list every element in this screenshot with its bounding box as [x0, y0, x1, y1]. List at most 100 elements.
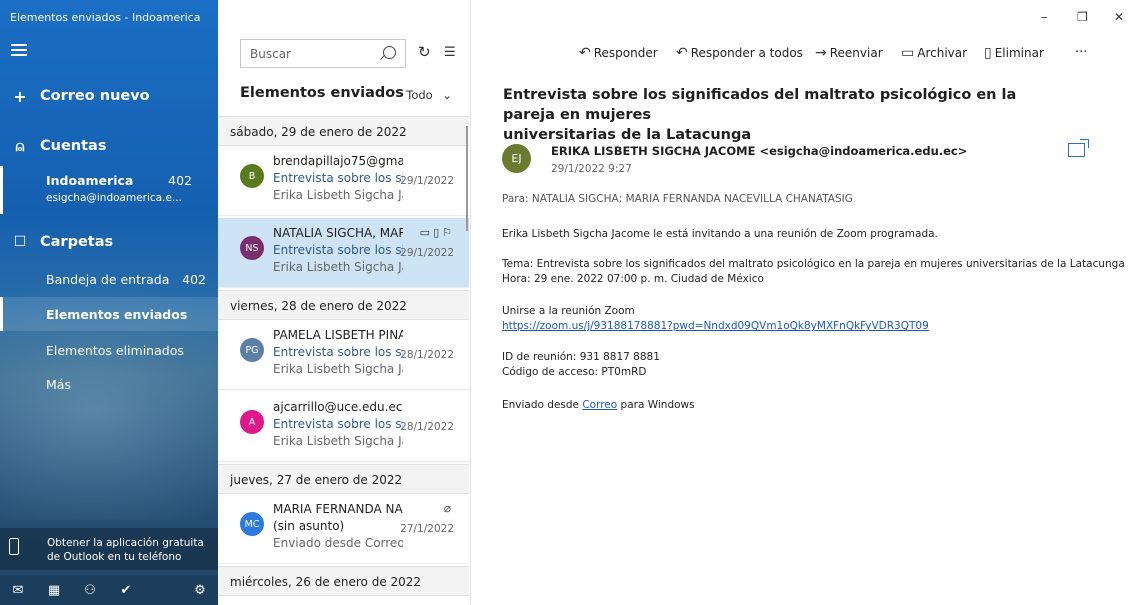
- archive-button[interactable]: ▭ Archivar: [901, 45, 967, 61]
- list-scrollbar[interactable]: [466, 126, 468, 231]
- reading-pane: – ❐ ✕ ↶ Responder ↶ Responder a todos → Ree…: [471, 0, 1133, 605]
- avatar: A: [240, 410, 264, 434]
- message-preview: Erika Lisbeth Sigcha Jacome: [273, 188, 403, 202]
- window-title: Elementos enviados - Indoamerica: [10, 11, 201, 24]
- promo-line-1: Obtener la aplicación gratuita: [47, 537, 204, 549]
- sent-date: 29/1/2022 9:27: [551, 163, 632, 175]
- date-group-header[interactable]: jueves, 27 de enero de 2022: [218, 464, 469, 494]
- message-time: 29/1/2022: [400, 247, 454, 259]
- folders-heading[interactable]: ☐ Carpetas: [0, 230, 218, 254]
- archive-icon: ▭: [901, 45, 915, 61]
- recipients: Para: NATALIA SIGCHA; MARIA FERNANDA NAC…: [502, 193, 853, 205]
- join-label: Unirse a la reunión Zoom: [502, 305, 635, 317]
- email-intro: Erika Lisbeth Sigcha Jacome le está invi…: [502, 228, 938, 240]
- sender-avatar[interactable]: EJ: [502, 144, 531, 173]
- message-preview: Erika Lisbeth Sigcha Jacome: [273, 260, 403, 274]
- message-from: ajcarrillo@uce.edu.ec, l: [273, 400, 403, 414]
- account-email: esigcha@indoamerica.e...: [46, 192, 182, 204]
- more-options-button[interactable]: ···: [1075, 45, 1087, 60]
- delete-button[interactable]: ▯ Eliminar: [984, 45, 1044, 61]
- message-subject: Entrevista sobre los sig: [273, 243, 403, 257]
- folder-inbox[interactable]: Bandeja de entrada 402: [0, 262, 218, 296]
- phone-icon: [9, 538, 19, 555]
- reply-label: Responder: [593, 46, 658, 60]
- forward-icon: →: [815, 45, 827, 61]
- message-item[interactable]: PG PAMELA LISBETH PINA Entrevista sobre …: [218, 320, 469, 390]
- message-from: MARIA FERNANDA NA: [273, 502, 403, 516]
- message-preview: Erika Lisbeth Sigcha Jacome: [273, 434, 403, 448]
- mail-app: Elementos enviados - Indoamerica + Corre…: [0, 0, 1133, 605]
- meeting-time: Hora: 29 ene. 2022 07:00 p. m. Ciudad de…: [502, 273, 764, 285]
- archive-label: Archivar: [917, 46, 968, 60]
- folder-deleted[interactable]: Elementos eliminados: [0, 333, 218, 367]
- correo-link[interactable]: Correo: [582, 399, 617, 411]
- account-indoamerica[interactable]: Indoamerica 402 esigcha@indoamerica.e...: [0, 166, 218, 214]
- search-box[interactable]: [240, 39, 406, 68]
- folder-more[interactable]: Más: [0, 367, 218, 401]
- filter-label: Todo: [406, 88, 433, 102]
- forward-button[interactable]: → Reenviar: [815, 45, 883, 61]
- open-in-new-window-icon[interactable]: [1068, 139, 1089, 157]
- message-subject: Entrevista sobre los sig: [273, 171, 403, 185]
- close-button[interactable]: ✕: [1114, 10, 1124, 24]
- message-from: PAMELA LISBETH PINA: [273, 328, 403, 342]
- folder-sent[interactable]: Elementos enviados: [0, 297, 218, 331]
- message-list-pane: ↻ ☰ Elementos enviados Todo ⌄ sábado, 29…: [218, 0, 471, 605]
- date-group-header[interactable]: miércoles, 26 de enero de 2022: [218, 566, 469, 596]
- search-input[interactable]: [241, 40, 371, 67]
- message-item-selected[interactable]: NS NATALIA SIGCHA, MARIA Entrevista sobr…: [218, 218, 469, 288]
- zoom-link[interactable]: https://zoom.us/j/93188178881?pwd=Nndxd0…: [502, 320, 929, 332]
- email-subject: Entrevista sobre los significados del ma…: [503, 85, 1063, 145]
- folder-label: Elementos eliminados: [46, 343, 184, 358]
- avatar: PG: [240, 338, 264, 362]
- avatar: MC: [240, 512, 264, 536]
- message-from: NATALIA SIGCHA, MARIA: [273, 226, 403, 240]
- date-group-header[interactable]: sábado, 29 de enero de 2022: [218, 116, 469, 146]
- search-icon[interactable]: [383, 46, 396, 59]
- avatar: B: [240, 164, 264, 188]
- selection-mode-icon[interactable]: ☰: [444, 45, 456, 60]
- trash-icon: ▯: [984, 45, 992, 61]
- promo-line-2: de Outlook en tu teléfono: [47, 551, 182, 563]
- message-item[interactable]: A ajcarrillo@uce.edu.ec, l Entrevista so…: [218, 392, 469, 462]
- reply-all-button[interactable]: ↶ Responder a todos: [676, 45, 803, 61]
- message-time: 28/1/2022: [400, 349, 454, 361]
- maximize-button[interactable]: ❐: [1077, 10, 1088, 24]
- new-mail-button[interactable]: + Correo nuevo: [0, 84, 218, 108]
- calendar-icon[interactable]: ▦: [36, 583, 72, 598]
- message-item[interactable]: MC MARIA FERNANDA NA (sin asunto) Enviad…: [218, 494, 469, 564]
- date-group-header[interactable]: viernes, 28 de enero de 2022: [218, 290, 469, 320]
- sidebar: Elementos enviados - Indoamerica + Corre…: [0, 0, 218, 605]
- accounts-heading[interactable]: ⍝ Cuentas: [0, 134, 218, 158]
- flag-icon[interactable]: ⚐: [442, 226, 455, 239]
- reply-all-label: Responder a todos: [690, 46, 803, 60]
- mail-icon[interactable]: ✉: [0, 583, 36, 598]
- archive-icon[interactable]: ▭: [420, 226, 433, 239]
- folder-label: Elementos enviados: [46, 307, 188, 322]
- account-unread-count: 402: [168, 173, 192, 188]
- list-title: Elementos enviados: [240, 85, 404, 101]
- sync-icon[interactable]: ↻: [418, 43, 431, 61]
- message-time: 28/1/2022: [400, 421, 454, 433]
- message-subject: Entrevista sobre los sig: [273, 417, 403, 431]
- selection-indicator: [0, 166, 3, 214]
- reply-icon: ↶: [579, 45, 591, 61]
- reply-all-icon: ↶: [676, 45, 688, 61]
- message-preview: Enviado desde Correo: [273, 536, 403, 550]
- people-icon[interactable]: ⚇: [72, 583, 108, 598]
- reply-button[interactable]: ↶ Responder: [579, 45, 658, 61]
- minimize-button[interactable]: –: [1041, 10, 1048, 25]
- bottom-nav: ✉ ▦ ⚇ ✔ ⚙: [0, 575, 218, 605]
- filter-dropdown[interactable]: Todo ⌄: [406, 88, 452, 102]
- new-mail-label: Correo nuevo: [40, 88, 150, 104]
- folder-label: Bandeja de entrada: [46, 272, 170, 287]
- trash-icon[interactable]: ▯: [433, 226, 442, 239]
- outlook-app-promo[interactable]: Obtener la aplicación gratuita de Outloo…: [0, 528, 218, 570]
- subject-line-2: universitarias de la Latacunga: [503, 127, 752, 143]
- sender-name[interactable]: ERIKA LISBETH SIGCHA JACOME <esigcha@ind…: [551, 144, 967, 158]
- delete-label: Eliminar: [994, 46, 1044, 60]
- settings-icon[interactable]: ⚙: [182, 583, 218, 598]
- hamburger-menu-icon[interactable]: [11, 44, 27, 56]
- message-item[interactable]: B brendapillajo75@gmai Entrevista sobre …: [218, 146, 469, 216]
- todo-icon[interactable]: ✔: [108, 583, 144, 598]
